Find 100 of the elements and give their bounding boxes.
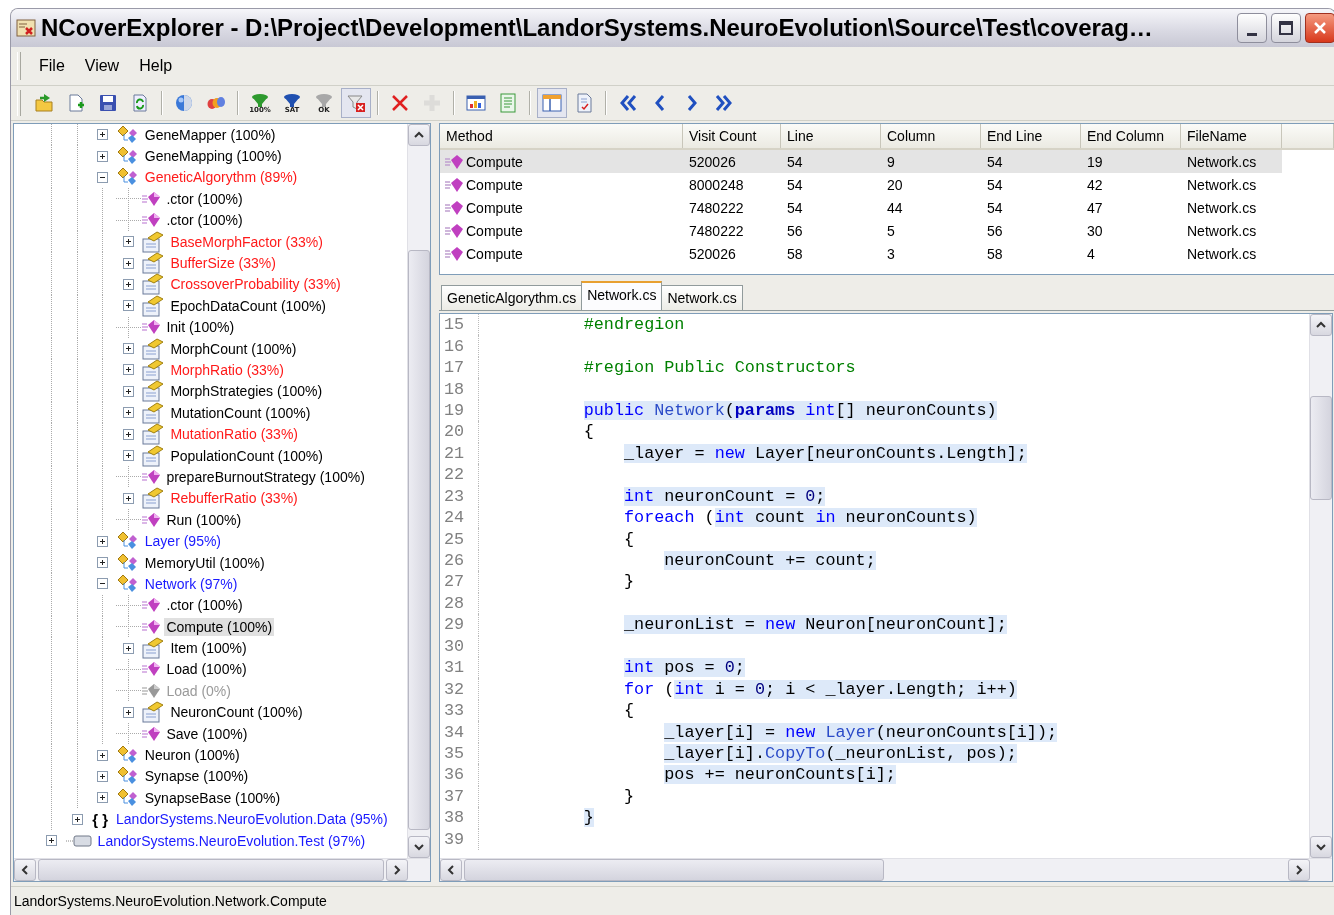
table-cell: Compute bbox=[466, 199, 523, 216]
tree-item[interactable]: Init (100%) bbox=[164, 318, 237, 337]
table-cell-text: 30 bbox=[1086, 222, 1104, 239]
table-cell-text: 3 bbox=[886, 245, 896, 262]
code-line: #region Public Constructors bbox=[582, 358, 856, 378]
table-cell-text: 54 bbox=[986, 176, 1004, 193]
tree-item[interactable]: MemoryUtil (100%) bbox=[142, 553, 267, 572]
file-tab[interactable]: Network.cs bbox=[581, 281, 663, 310]
code-line: { bbox=[623, 701, 635, 721]
column-header[interactable]: FileName bbox=[1181, 124, 1282, 148]
line-number: 35 bbox=[440, 742, 479, 765]
tree-item[interactable]: RebufferRatio (33%) bbox=[168, 489, 300, 508]
line-number: 20 bbox=[440, 421, 479, 443]
tree-item[interactable]: GeneMapping (100%) bbox=[142, 147, 284, 166]
table-row[interactable]: Compute 7480222 54 44 54 47 Network.cs bbox=[440, 196, 1282, 219]
tree-item[interactable]: MutationRatio (33%) bbox=[168, 425, 300, 444]
line-number: 21 bbox=[440, 442, 479, 465]
line-number: 25 bbox=[440, 528, 479, 550]
table-cell-text: 58 bbox=[986, 245, 1004, 262]
column-header[interactable]: Column bbox=[881, 124, 981, 148]
code-line: int pos = 0; bbox=[623, 658, 745, 678]
line-number: 38 bbox=[440, 807, 479, 829]
table-cell-text: 58 bbox=[786, 245, 804, 262]
tree-item[interactable]: Item (100%) bbox=[168, 639, 249, 658]
table-row[interactable]: Compute 520026 54 9 54 19 Network.cs bbox=[440, 150, 1282, 173]
tree-item[interactable]: Compute (100%) bbox=[164, 617, 275, 636]
code-line: for (int i = 0; i < _layer.Length; i++) bbox=[623, 679, 1017, 699]
tree-item[interactable]: LandorSystems.NeuroEvolution.Data (95%) bbox=[114, 810, 390, 829]
column-header[interactable]: End Column bbox=[1081, 124, 1181, 148]
table-cell-text: 56 bbox=[986, 222, 1004, 239]
table-cell: Compute bbox=[466, 245, 523, 262]
column-header[interactable]: Method bbox=[440, 124, 683, 148]
tree-item[interactable]: prepareBurnoutStrategy (100%) bbox=[164, 467, 367, 486]
tree-item[interactable]: BaseMorphFactor (33%) bbox=[168, 232, 325, 251]
code-line: #endregion bbox=[582, 315, 685, 335]
tree-item[interactable]: Neuron (100%) bbox=[142, 746, 242, 764]
tree-item[interactable]: SynapseBase (100%) bbox=[142, 788, 283, 807]
line-number: 33 bbox=[440, 699, 479, 722]
table-cell-text: 44 bbox=[886, 199, 904, 216]
line-number: 17 bbox=[440, 356, 479, 379]
line-number: 37 bbox=[440, 785, 479, 808]
file-tab[interactable]: Network.cs bbox=[661, 285, 743, 310]
tree-item[interactable]: MorphStrategies (100%) bbox=[168, 382, 325, 401]
table-cell-text: Network.cs bbox=[1186, 199, 1258, 216]
table-row[interactable]: Compute 8000248 54 20 54 42 Network.cs bbox=[440, 173, 1282, 196]
tree-item[interactable]: BufferSize (33%) bbox=[168, 254, 278, 273]
line-number: 34 bbox=[440, 721, 479, 743]
code-line: { bbox=[623, 529, 635, 549]
table-cell-text: 54 bbox=[986, 199, 1004, 216]
table-cell-text: Network.cs bbox=[1186, 176, 1258, 193]
table-cell-text: 42 bbox=[1086, 176, 1104, 193]
tree-item[interactable]: NeuronCount (100%) bbox=[168, 703, 305, 722]
file-tab[interactable]: GeneticAlgorythm.cs bbox=[441, 285, 583, 310]
tree-item[interactable]: .ctor (100%) bbox=[164, 596, 245, 615]
tree-item[interactable]: GeneMapper (100%) bbox=[142, 125, 278, 144]
menu-item[interactable]: View bbox=[76, 54, 128, 78]
table-row[interactable]: Compute 7480222 56 5 56 30 Network.cs bbox=[440, 219, 1282, 242]
window-title: NCoverExplorer - D:\Project\Development\LandorSystems.NeuroEvolution\Source\Test\coverag… bbox=[41, 14, 1154, 42]
table-cell-text: Network.cs bbox=[1186, 222, 1258, 239]
code-line: foreach (int count in neuronCounts) bbox=[623, 508, 977, 528]
tree-item[interactable]: Network (97%) bbox=[142, 574, 240, 593]
table-cell-text: 7480222 bbox=[688, 199, 745, 216]
line-number: 27 bbox=[440, 571, 479, 593]
table-cell-text: 54 bbox=[986, 153, 1004, 170]
tree-item[interactable]: .ctor (100%) bbox=[164, 189, 245, 208]
tree-item[interactable]: Save (100%) bbox=[164, 724, 250, 743]
line-number: 26 bbox=[440, 549, 479, 572]
tree-item[interactable]: Synapse (100%) bbox=[142, 767, 251, 786]
column-header[interactable]: Line bbox=[781, 124, 881, 148]
table-row[interactable]: Compute 520026 58 3 58 4 Network.cs bbox=[440, 242, 1282, 265]
line-number: 22 bbox=[440, 464, 479, 486]
line-number: 18 bbox=[440, 378, 479, 400]
namespace-glyph: { } bbox=[92, 810, 109, 828]
table-cell-text: 47 bbox=[1086, 199, 1104, 216]
code-line: { bbox=[582, 422, 594, 442]
column-header[interactable]: End Line bbox=[981, 124, 1081, 148]
table-cell-text: 56 bbox=[786, 222, 804, 239]
menu-item[interactable]: Help bbox=[131, 54, 181, 78]
tree-item[interactable]: Load (100%) bbox=[164, 660, 249, 679]
tree-item[interactable]: EpochDataCount (100%) bbox=[168, 296, 329, 315]
tree-item[interactable]: LandorSystems.NeuroEvolution.Test (97%) bbox=[95, 831, 368, 850]
tree-item[interactable]: CrossoverProbability (33%) bbox=[168, 275, 343, 294]
menu-item[interactable]: File bbox=[31, 54, 73, 78]
tree-item[interactable]: MorphCount (100%) bbox=[168, 339, 299, 358]
status-text: LandorSystems.NeuroEvolution.Network.Compute bbox=[14, 893, 327, 909]
table-cell-text: 7480222 bbox=[688, 222, 745, 239]
tree-item[interactable]: Layer (95%) bbox=[142, 532, 224, 551]
line-number: 15 bbox=[440, 314, 479, 336]
tree-item[interactable]: Run (100%) bbox=[164, 510, 244, 529]
tree-item[interactable]: MutationCount (100%) bbox=[168, 403, 313, 422]
column-header[interactable]: Visit Count bbox=[683, 124, 781, 148]
line-number: 23 bbox=[440, 485, 479, 507]
tree-item[interactable]: MorphRatio (33%) bbox=[168, 361, 286, 379]
table-cell-text: 520026 bbox=[688, 245, 737, 262]
tree-item[interactable]: .ctor (100%) bbox=[164, 211, 245, 230]
table-cell-text: Network.cs bbox=[1186, 245, 1258, 262]
code-line: _neuronList = new Neuron[neuronCount]; bbox=[623, 615, 1007, 635]
table-cell-text: 20 bbox=[886, 176, 904, 193]
tree-item[interactable]: GeneticAlgorythm (89%) bbox=[142, 168, 300, 187]
tree-item[interactable]: PopulationCount (100%) bbox=[168, 446, 325, 465]
